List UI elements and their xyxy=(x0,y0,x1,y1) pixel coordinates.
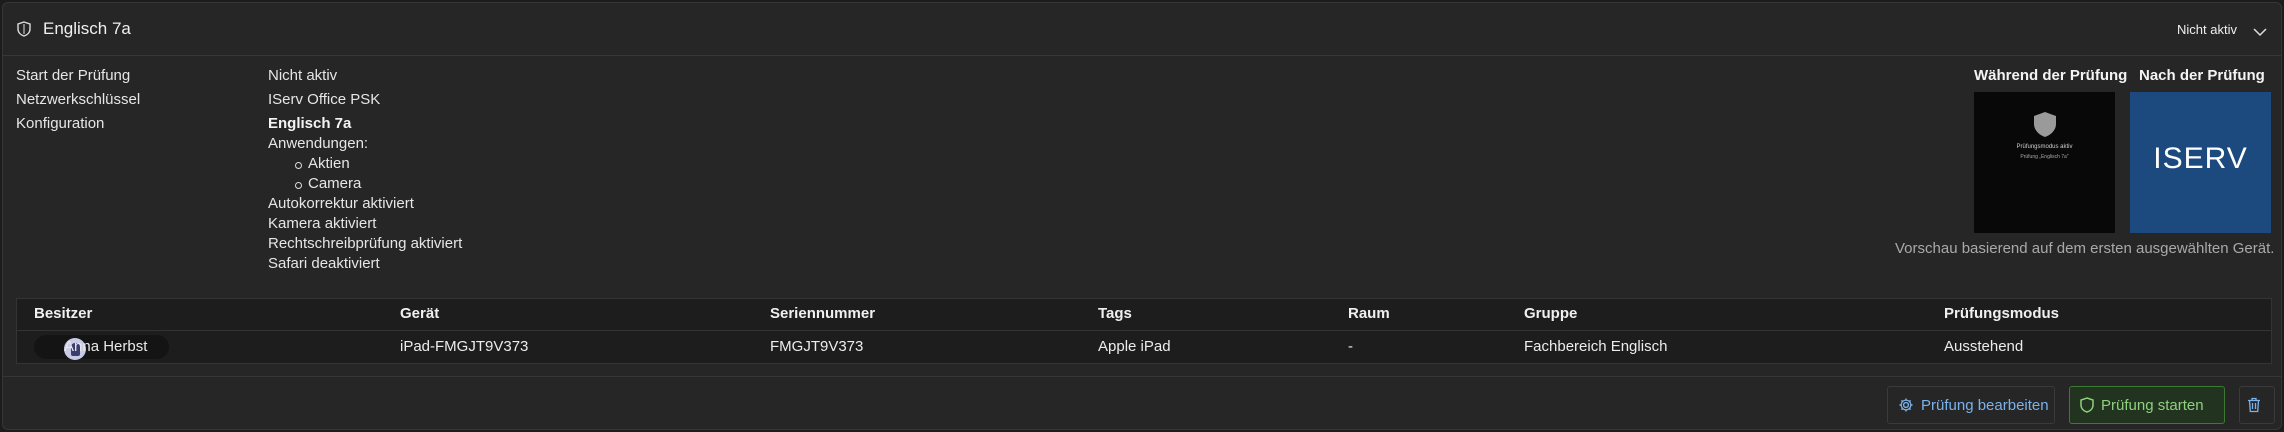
preview-note: Vorschau basierend auf dem ersten ausgew… xyxy=(1895,240,2275,257)
owner-name: Anna Herbst xyxy=(64,338,148,355)
owner-chip[interactable]: Anna Herbst xyxy=(34,335,169,360)
column-header[interactable]: Gruppe xyxy=(1524,305,1577,322)
config-label: Konfiguration xyxy=(16,115,105,132)
start-exam-button[interactable]: Prüfung starten xyxy=(2069,386,2225,424)
list-bullet xyxy=(295,182,302,189)
network-label: Netzwerkschlüssel xyxy=(16,91,141,108)
preview-after-label: Nach der Prüfung xyxy=(2139,67,2265,84)
app-item: Aktien xyxy=(308,155,350,172)
group: Fachbereich Englisch xyxy=(1524,338,1668,355)
column-header[interactable]: Gerät xyxy=(400,305,439,322)
preview-exam-text: Prüfung „Englisch 7a" xyxy=(2020,154,2069,160)
column-header[interactable]: Raum xyxy=(1348,305,1390,322)
setting-item: Safari deaktiviert xyxy=(268,255,380,272)
status-badge: Nicht aktiv xyxy=(2177,22,2237,37)
setting-item: Autokorrektur aktiviert xyxy=(268,195,414,212)
device-name: iPad-FMGJT9V373 xyxy=(400,338,529,355)
exam-title: Englisch 7a xyxy=(43,19,131,38)
chevron-down-icon[interactable] xyxy=(2253,24,2267,41)
setting-item: Kamera aktiviert xyxy=(268,215,377,232)
iserv-logo: ISERV xyxy=(2153,142,2248,175)
start-exam-label: Prüfung starten xyxy=(2101,396,2204,414)
apps-label: Anwendungen: xyxy=(268,135,369,152)
column-header[interactable]: Tags xyxy=(1098,305,1132,322)
table-divider xyxy=(17,330,2271,331)
start-label: Start der Prüfung xyxy=(16,67,131,84)
column-header[interactable]: Besitzer xyxy=(34,305,92,322)
list-bullet xyxy=(295,162,302,169)
edit-exam-label: Prüfung bearbeiten xyxy=(1921,396,2049,414)
delete-button[interactable] xyxy=(2239,386,2275,424)
column-header[interactable]: Seriennummer xyxy=(770,305,875,322)
exam-mode-status: Ausstehend xyxy=(1944,338,2024,355)
device-table: Besitzer Gerät Seriennummer Tags Raum Gr… xyxy=(16,298,2272,364)
serial-number: FMGJT9V373 xyxy=(770,338,864,355)
setting-item: Rechtschreibprüfung aktiviert xyxy=(268,235,463,252)
panel-header[interactable]: Englisch 7a Nicht aktiv xyxy=(3,3,2281,56)
start-value: Nicht aktiv xyxy=(268,67,338,84)
config-name: Englisch 7a xyxy=(268,115,352,132)
app-item: Camera xyxy=(308,175,362,192)
footer-divider xyxy=(3,376,2281,377)
column-header[interactable]: Prüfungsmodus xyxy=(1944,305,2059,322)
preview-after-image: ISERV xyxy=(2130,92,2271,233)
preview-during-label: Während der Prüfung xyxy=(1974,67,2128,84)
shield-start-icon xyxy=(2080,397,2094,413)
device-tags: Apple iPad xyxy=(1098,338,1171,355)
exam-panel: Englisch 7a Nicht aktiv Start der Prüfun… xyxy=(2,2,2282,430)
preview-mode-text: Prüfungsmodus aktiv xyxy=(2016,144,2073,150)
network-value: IServ Office PSK xyxy=(268,91,381,108)
trash-icon xyxy=(2247,397,2260,413)
edit-exam-button[interactable]: Prüfung bearbeiten xyxy=(1887,386,2055,424)
shield-icon xyxy=(2034,112,2056,137)
gear-icon xyxy=(1899,398,1913,412)
preview-during-image: Prüfungsmodus aktiv Prüfung „Englisch 7a… xyxy=(1974,92,2115,233)
room: - xyxy=(1348,338,1353,355)
shield-icon xyxy=(17,21,31,41)
